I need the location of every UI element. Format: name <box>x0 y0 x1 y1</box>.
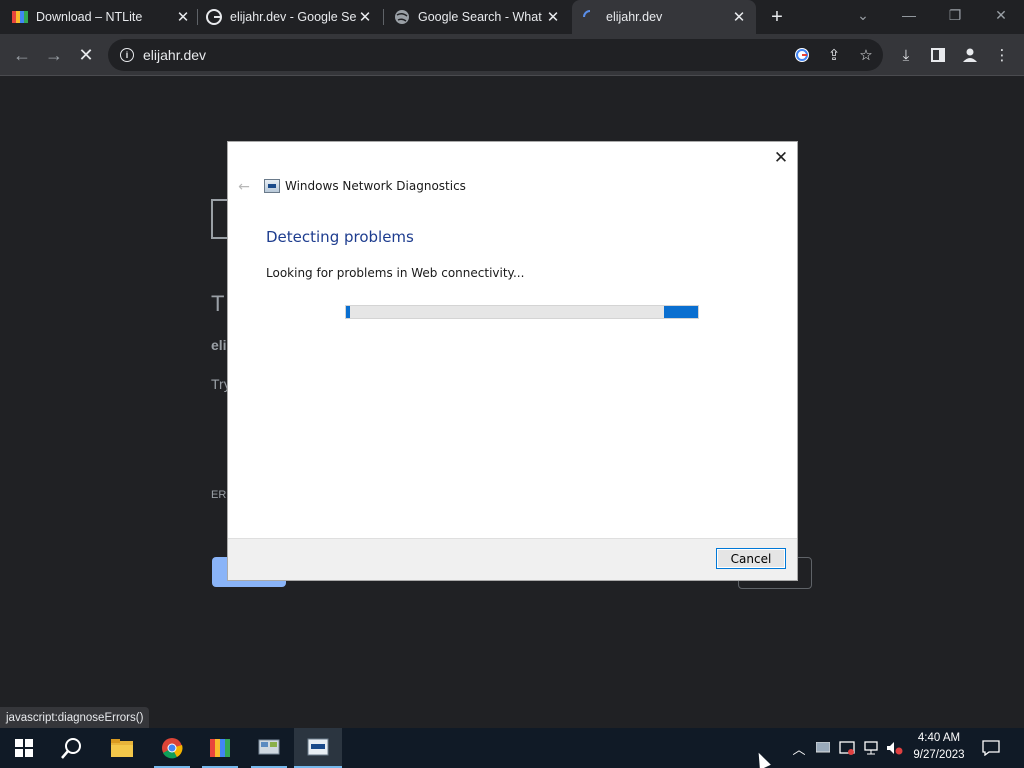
close-icon[interactable]: ✕ <box>356 8 374 26</box>
status-bar: javascript:diagnoseErrors() <box>0 707 150 728</box>
stop-loading-icon[interactable]: ✕ <box>73 42 99 68</box>
control-panel-button[interactable] <box>245 728 293 768</box>
ntlite-icon <box>12 9 28 25</box>
tab-elijahr-active[interactable]: elijahr.dev ✕ <box>572 0 756 34</box>
dialog-message: Looking for problems in Web connectivity… <box>266 266 525 280</box>
profile-icon[interactable] <box>959 44 981 66</box>
tab-title: Google Search - What <box>418 10 542 24</box>
new-tab-button[interactable]: + <box>766 6 788 28</box>
close-icon[interactable]: ✕ <box>544 8 562 26</box>
network-icon[interactable] <box>860 728 882 768</box>
progress-marquee-segment <box>664 306 698 318</box>
side-panel-icon[interactable] <box>927 44 949 66</box>
loading-spinner-icon <box>582 9 598 25</box>
search-button[interactable] <box>48 728 96 768</box>
close-icon[interactable]: ✕ <box>771 148 791 168</box>
volume-muted-icon[interactable] <box>884 728 906 768</box>
close-icon[interactable]: ✕ <box>730 8 748 26</box>
tab-google-search[interactable]: Google Search - What ✕ <box>394 0 562 34</box>
share-icon[interactable]: ⇪ <box>823 44 845 66</box>
ntlite-button[interactable] <box>196 728 244 768</box>
control-panel-icon <box>258 739 280 755</box>
dialog-footer: Cancel <box>228 538 797 580</box>
folder-icon <box>111 739 133 757</box>
more-menu-icon[interactable]: ⋮ <box>991 44 1013 66</box>
tab-separator <box>197 9 198 25</box>
taskbar: ︿ 4:40 AM 9/27/2023 <box>0 728 1024 768</box>
tab-title: elijahr.dev - Google Se <box>230 10 356 24</box>
ntlite-icon <box>210 739 230 757</box>
address-bar[interactable]: i elijahr.dev <box>108 39 883 71</box>
site-info-icon[interactable]: i <box>120 48 134 62</box>
progress-marquee-segment <box>346 306 350 318</box>
globe-icon <box>394 9 410 25</box>
google-icon <box>206 9 222 25</box>
browser-toolbar: ← → ✕ i elijahr.dev ⇪ ☆ ⤓ ⋮ <box>0 34 1024 76</box>
close-window-button[interactable]: ✕ <box>978 0 1024 30</box>
chrome-button[interactable] <box>148 728 196 768</box>
notification-center-icon[interactable] <box>978 728 1004 768</box>
google-lens-icon[interactable] <box>791 44 813 66</box>
dialog-heading: Detecting problems <box>266 228 414 246</box>
forward-arrow-icon[interactable]: → <box>41 42 67 68</box>
clock-date: 9/27/2023 <box>913 749 965 761</box>
network-diagnostics-icon <box>264 179 280 193</box>
tab-elijahr-google[interactable]: elijahr.dev - Google Se ✕ <box>206 0 374 34</box>
download-icon[interactable]: ⤓ <box>895 44 917 66</box>
error-title: T <box>211 291 225 316</box>
tab-search-chevron-icon[interactable]: ⌄ <box>840 0 886 30</box>
taskbar-clock[interactable]: 4:40 AM 9/27/2023 <box>906 730 972 764</box>
minimize-button[interactable]: — <box>886 0 932 30</box>
tab-strip: Download – NTLite ✕ elijahr.dev - Google… <box>0 0 1024 34</box>
network-diagnostics-taskbar-button[interactable] <box>294 728 342 768</box>
cancel-button[interactable]: Cancel <box>716 548 786 569</box>
tab-title: elijahr.dev <box>606 10 663 24</box>
network-diagnostics-dialog: ✕ ← Windows Network Diagnostics Detectin… <box>227 141 798 581</box>
back-arrow-icon[interactable]: ← <box>235 178 253 196</box>
url-text: elijahr.dev <box>143 47 207 63</box>
bookmark-star-icon[interactable]: ☆ <box>855 44 877 66</box>
windows-logo-icon <box>15 739 33 757</box>
tab-separator <box>383 9 384 25</box>
tab-title: Download – NTLite <box>36 10 143 24</box>
dialog-app-title: Windows Network Diagnostics <box>285 179 466 193</box>
security-tray-icon[interactable] <box>836 728 858 768</box>
close-icon[interactable]: ✕ <box>174 8 192 26</box>
search-icon <box>61 738 81 759</box>
start-button[interactable] <box>0 728 48 768</box>
show-hidden-icons-chevron-icon[interactable]: ︿ <box>789 728 809 768</box>
error-code: ER <box>211 489 227 501</box>
network-diagnostics-icon <box>307 738 329 756</box>
progress-bar <box>345 305 699 319</box>
clock-time: 4:40 AM <box>917 732 961 744</box>
error-host: eli <box>211 337 227 353</box>
restore-button[interactable]: ❐ <box>932 0 978 30</box>
tab-ntlite[interactable]: Download – NTLite ✕ <box>12 0 192 34</box>
file-explorer-button[interactable] <box>98 728 146 768</box>
tray-app-icon[interactable] <box>813 728 833 768</box>
back-arrow-icon[interactable]: ← <box>9 42 35 68</box>
chrome-icon <box>162 738 183 759</box>
